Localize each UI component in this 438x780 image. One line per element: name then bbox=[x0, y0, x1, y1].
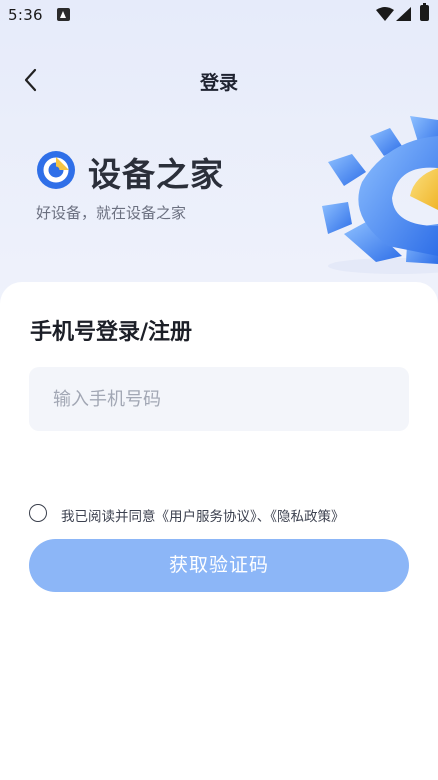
agreement-separator: 、 bbox=[256, 509, 271, 525]
signal-icon bbox=[396, 7, 411, 21]
agreement-prefix: 我已阅读并同意 bbox=[61, 509, 156, 525]
gear-icon bbox=[322, 116, 438, 274]
phone-input[interactable] bbox=[29, 367, 409, 431]
wifi-icon bbox=[376, 7, 394, 21]
top-nav: 登录 bbox=[0, 58, 438, 102]
brand-logo-icon bbox=[37, 151, 75, 189]
status-bar: 5:36 bbox=[0, 0, 438, 30]
agreement-text: 我已阅读并同意《用户服务协议》、《隐私政策》 bbox=[61, 505, 345, 525]
agreement-checkbox[interactable] bbox=[29, 504, 47, 522]
status-time: 5:36 bbox=[8, 6, 43, 24]
brand-name: 设备之家 bbox=[88, 155, 224, 194]
terms-link[interactable]: 《用户服务协议》 bbox=[156, 509, 257, 525]
login-card: 手机号登录/注册 我已阅读并同意《用户服务协议》、《隐私政策》 获取验证码 bbox=[0, 282, 438, 780]
battery-icon bbox=[420, 3, 429, 21]
page-title: 登录 bbox=[199, 72, 238, 94]
android-icon bbox=[57, 8, 70, 21]
privacy-link[interactable]: 《隐私政策》 bbox=[270, 509, 344, 525]
form-heading: 手机号登录/注册 bbox=[30, 320, 193, 345]
get-code-button[interactable]: 获取验证码 bbox=[29, 539, 409, 592]
brand-slogan: 好设备，就在设备之家 bbox=[36, 204, 187, 222]
